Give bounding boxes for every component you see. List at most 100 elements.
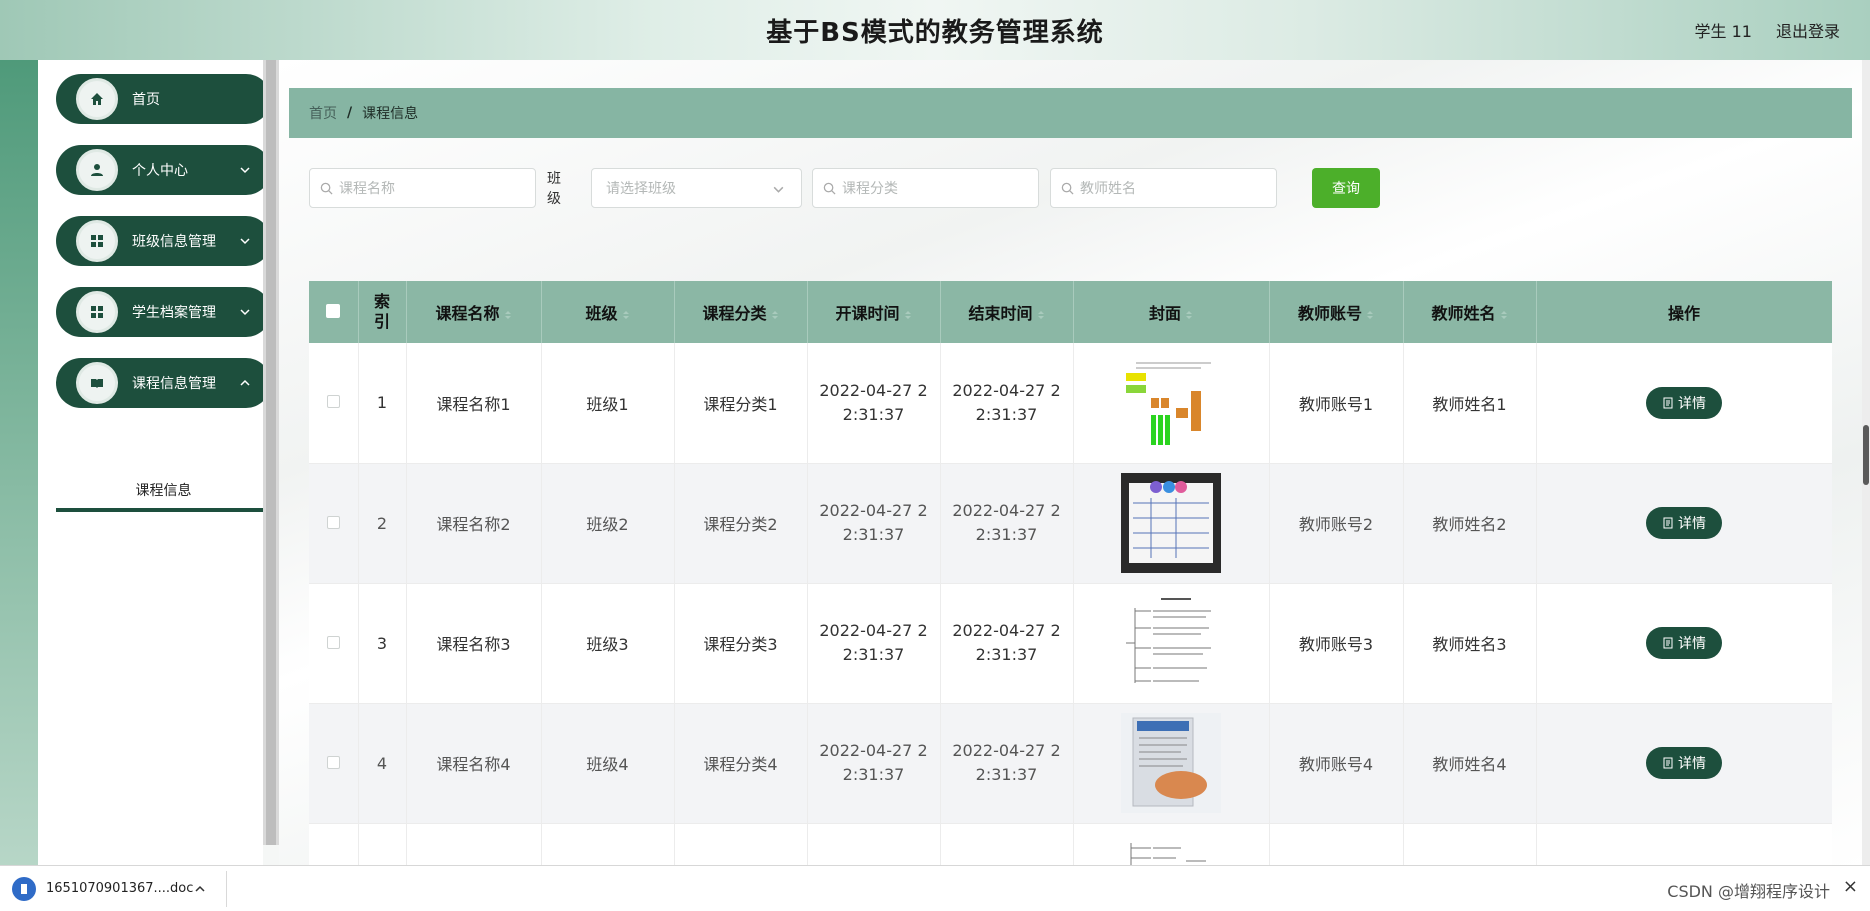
teacher-account-cell: 教师账号4: [1269, 703, 1404, 824]
breadcrumb-separator: /: [347, 105, 353, 121]
column-header-category[interactable]: 课程分类: [674, 281, 808, 343]
select-all-cell: [309, 281, 359, 343]
cover-image[interactable]: [1121, 352, 1221, 453]
teacher-name-cell: 教师姓名1: [1403, 343, 1537, 464]
top-header: 基于BS模式的教务管理系统 学生 11 退出登录: [0, 0, 1870, 60]
sidebar-item-student-archive[interactable]: 学生档案管理: [56, 287, 271, 337]
teacher-account-cell: 教师账号1: [1269, 343, 1404, 464]
table-row: [309, 823, 1832, 865]
course-category-input[interactable]: 课程分类: [812, 168, 1039, 208]
cover-cell: [1073, 703, 1270, 824]
course-table: 索引 课程名称 班级 课程分类 开课时间 结束时间 封面 教师账号 教师姓名 操…: [309, 281, 1832, 865]
sort-icon: [1186, 310, 1192, 319]
sidebar-item-label: 学生档案管理: [132, 305, 216, 321]
cover-cell: [1073, 583, 1270, 704]
grid-icon: [76, 220, 118, 262]
close-icon[interactable]: ×: [1843, 876, 1858, 897]
download-bar: 1651070901367....doc CSDN @增翔程序设计 ×: [0, 865, 1870, 911]
end-time-cell: 2022-04-27 2 2:31:37: [940, 583, 1074, 704]
category-cell: 课程分类2: [674, 463, 808, 584]
sort-icon: [904, 310, 911, 319]
detail-button[interactable]: 详情: [1646, 627, 1722, 659]
cover-cell: [1073, 343, 1270, 464]
current-user: 学生 11: [1694, 22, 1752, 41]
teacher-account-cell: 教师账号2: [1269, 463, 1404, 584]
search-icon: [1061, 182, 1074, 195]
category-cell: 课程分类1: [674, 343, 808, 464]
column-header-course-name[interactable]: 课程名称: [406, 281, 542, 343]
class-label: 班级: [547, 171, 561, 207]
teacher-name-cell: 教师姓名3: [1403, 583, 1537, 704]
document-icon: [12, 876, 36, 901]
teacher-account-cell: 教师账号3: [1269, 583, 1404, 704]
actions-cell: 详情: [1536, 703, 1832, 824]
sidebar-item-home[interactable]: 首页: [56, 74, 271, 124]
page-scrollbar[interactable]: [1862, 60, 1870, 865]
chevron-up-icon[interactable]: [194, 883, 206, 895]
row-index: 1: [358, 343, 407, 464]
watermark: CSDN @增翔程序设计: [1667, 882, 1830, 901]
course-name-cell: 课程名称3: [406, 583, 542, 704]
cover-image[interactable]: [1121, 473, 1221, 573]
sidebar-item-class-mgmt[interactable]: 班级信息管理: [56, 216, 271, 266]
course-name-cell: 课程名称4: [406, 703, 542, 824]
cover-image[interactable]: [1121, 833, 1221, 865]
breadcrumb-home[interactable]: 首页: [309, 103, 337, 123]
end-time-cell: 2022-04-27 2 2:31:37: [940, 703, 1074, 824]
row-checkbox[interactable]: [326, 395, 340, 409]
download-filename[interactable]: 1651070901367....doc: [46, 881, 193, 896]
detail-button[interactable]: 详情: [1646, 747, 1722, 779]
row-checkbox[interactable]: [326, 635, 340, 649]
course-name-input[interactable]: 课程名称: [309, 168, 536, 208]
actions-cell: 详情: [1536, 343, 1832, 464]
category-cell: 课程分类3: [674, 583, 808, 704]
sort-icon: [771, 310, 778, 319]
end-time-cell: 2022-04-27 2 2:31:37: [940, 343, 1074, 464]
column-header-class[interactable]: 班级: [541, 281, 675, 343]
sidebar: 首页 个人中心 班级信息管理 学生档案管理 课程信息管理 课程信息: [38, 60, 271, 865]
column-header-teacher-name[interactable]: 教师姓名: [1403, 281, 1537, 343]
row-index: 3: [358, 583, 407, 704]
table-row: 1 课程名称1 班级1 课程分类1 2022-04-27 2 2:31:37 20…: [309, 343, 1832, 464]
detail-button[interactable]: 详情: [1646, 507, 1722, 539]
document-icon: [1663, 637, 1673, 649]
column-header-cover[interactable]: 封面: [1073, 281, 1270, 343]
sort-icon: [1037, 310, 1044, 319]
column-header-teacher-account[interactable]: 教师账号: [1269, 281, 1404, 343]
class-cell: 班级4: [541, 703, 675, 824]
query-button[interactable]: 查询: [1312, 168, 1380, 208]
actions-cell: 详情: [1536, 583, 1832, 704]
end-time-cell: 2022-04-27 2 2:31:37: [940, 463, 1074, 584]
sidebar-subitem-course-info[interactable]: 课程信息: [56, 472, 271, 512]
book-icon: [76, 362, 118, 404]
column-header-end-time[interactable]: 结束时间: [940, 281, 1074, 343]
detail-button[interactable]: 详情: [1646, 386, 1722, 419]
select-all-checkbox[interactable]: [326, 303, 341, 318]
sort-icon: [1500, 310, 1507, 319]
class-cell: 班级3: [541, 583, 675, 704]
class-cell: 班级2: [541, 463, 675, 584]
search-icon: [823, 182, 836, 195]
row-checkbox[interactable]: [326, 755, 340, 769]
cover-image[interactable]: [1121, 593, 1221, 693]
cover-image[interactable]: [1121, 713, 1221, 813]
logout-link[interactable]: 退出登录: [1776, 18, 1840, 42]
sidebar-item-course-mgmt[interactable]: 课程信息管理: [56, 358, 271, 408]
row-index: 2: [358, 463, 407, 584]
breadcrumb-current: 课程信息: [362, 106, 419, 122]
class-select[interactable]: 请选择班级: [591, 168, 802, 208]
sidebar-scrollbar[interactable]: [263, 60, 279, 845]
sort-icon: [622, 310, 629, 319]
teacher-name-input[interactable]: 教师姓名: [1050, 168, 1277, 208]
row-checkbox[interactable]: [326, 515, 340, 529]
start-time-cell: 2022-04-27 2 2:31:37: [807, 703, 941, 824]
column-header-start-time[interactable]: 开课时间: [807, 281, 941, 343]
course-name-cell: 课程名称2: [406, 463, 542, 584]
sidebar-item-personal-center[interactable]: 个人中心: [56, 145, 271, 195]
user-icon: [76, 149, 118, 191]
home-icon: [76, 78, 118, 120]
search-icon: [320, 182, 333, 195]
document-icon: [1663, 757, 1673, 769]
column-header-actions: 操作: [1536, 281, 1832, 343]
divider: [226, 870, 227, 907]
